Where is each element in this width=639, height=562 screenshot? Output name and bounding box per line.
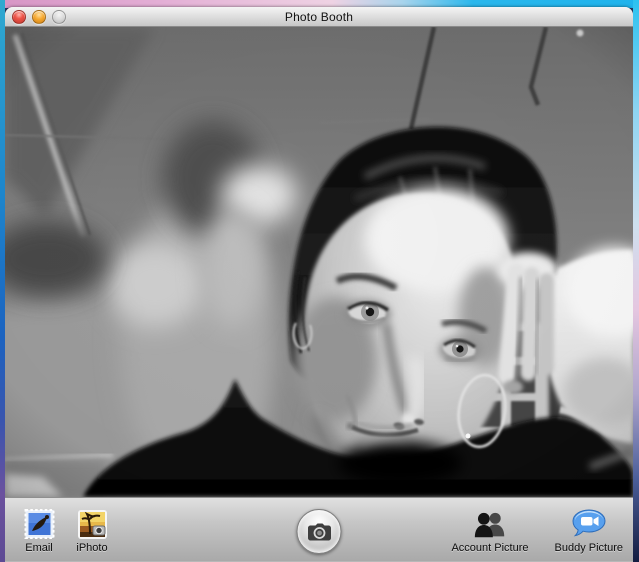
desktop-wallpaper-right [633, 0, 639, 562]
take-photo-button[interactable] [296, 509, 342, 554]
window-titlebar[interactable]: Photo Booth [5, 7, 633, 27]
iphoto-label: iPhoto [76, 542, 108, 554]
email-button[interactable]: Email [21, 498, 57, 554]
account-picture-button[interactable]: Account Picture [451, 498, 529, 554]
chat-bubble-video-icon [571, 507, 607, 541]
email-label: Email [25, 542, 53, 554]
bottom-toolbar: Email iPhoto Account Picture Buddy Pictu… [5, 497, 633, 561]
desktop-wallpaper-left [0, 0, 5, 562]
account-picture-label: Account Picture [451, 542, 529, 554]
photo-booth-window: Photo Booth Email iPhoto Account Picture… [5, 7, 633, 562]
mail-stamp-icon [21, 507, 57, 541]
camera-preview-image [5, 27, 633, 497]
desktop: Photo Booth Email iPhoto Account Picture… [0, 0, 639, 562]
webcam-photo [5, 27, 633, 497]
toolbar-left-group: Email iPhoto [21, 498, 110, 554]
window-title: Photo Booth [284, 10, 354, 24]
toolbar-right-group: Account Picture Buddy Picture [451, 498, 623, 554]
camera-icon [307, 523, 331, 540]
buddy-picture-button[interactable]: Buddy Picture [555, 498, 623, 554]
buddy-picture-label: Buddy Picture [554, 542, 623, 554]
iphoto-icon [74, 507, 110, 541]
two-people-icon [472, 507, 508, 541]
iphoto-button[interactable]: iPhoto [74, 498, 110, 554]
